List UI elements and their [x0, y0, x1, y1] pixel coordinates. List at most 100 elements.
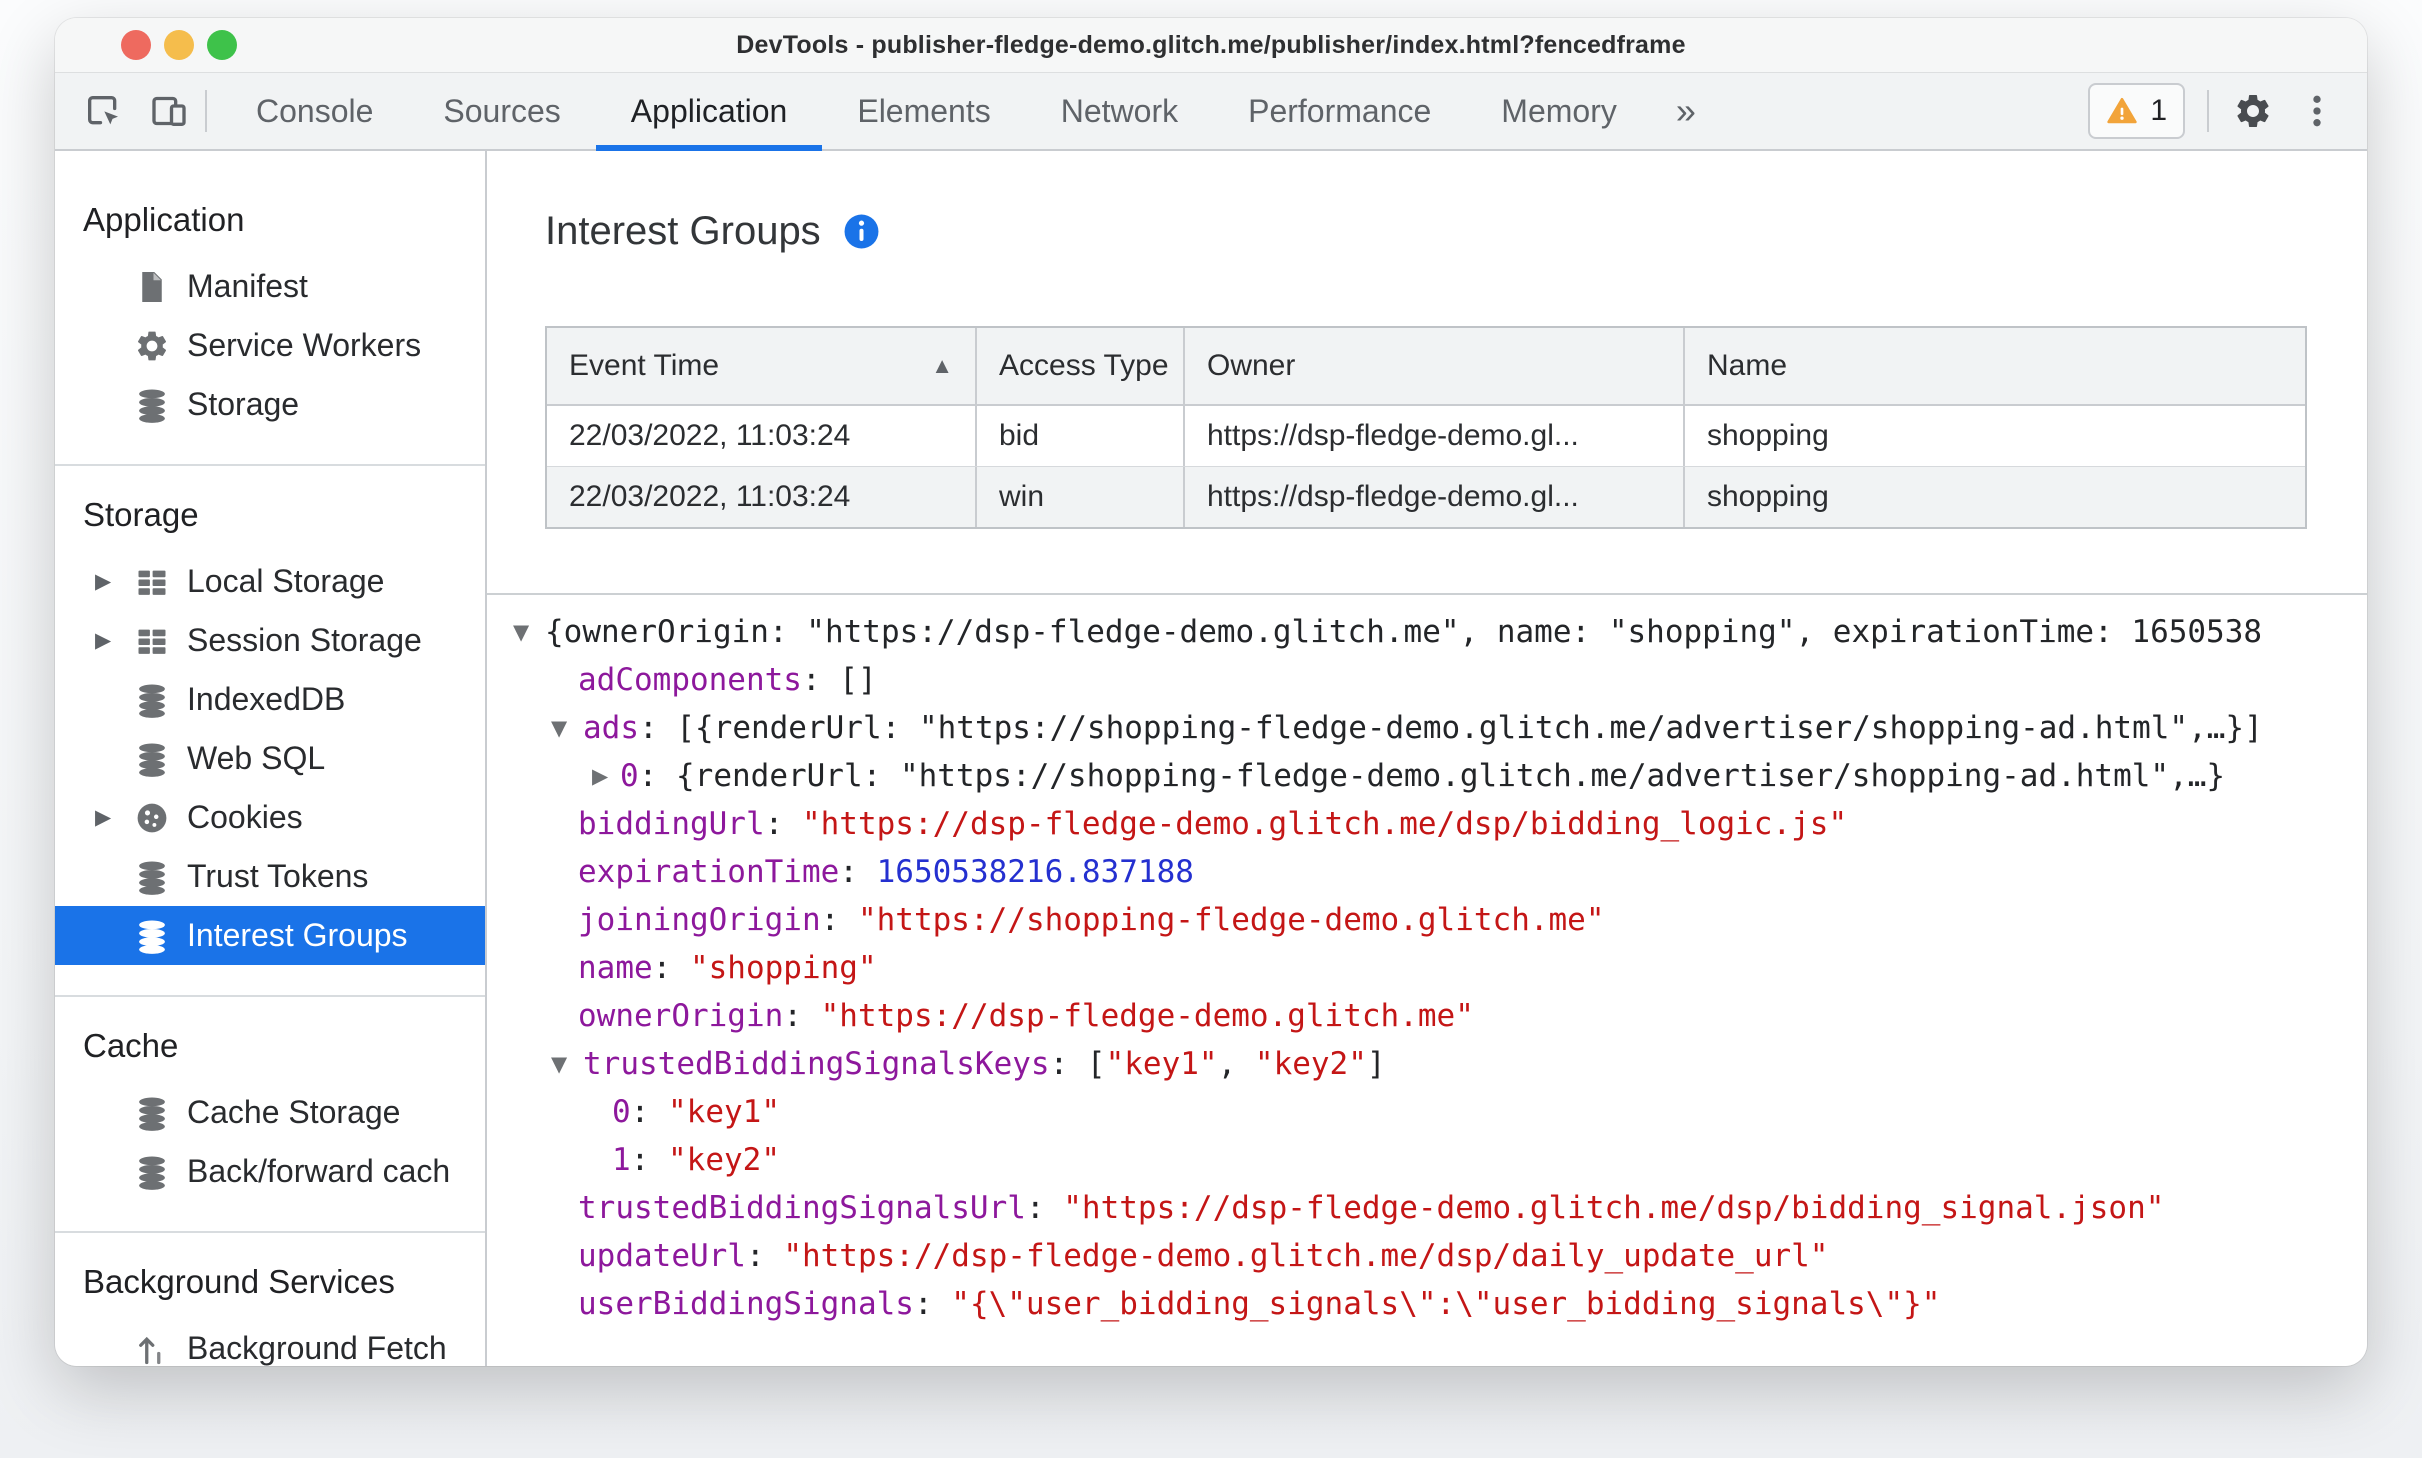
- tree-line[interactable]: ▼ {ownerOrigin: "https://dsp-fledge-demo.…: [513, 608, 2367, 656]
- collapse-triangle-icon[interactable]: ▼: [551, 1040, 567, 1088]
- tree-line[interactable]: joiningOrigin: "https://shopping-fledge-…: [513, 896, 2367, 944]
- tree-line[interactable]: ▶ 0: {renderUrl: "https://shopping-fledge…: [513, 752, 2367, 800]
- token-key: adComponents: [578, 662, 802, 698]
- expand-triangle-icon[interactable]: ▶: [592, 752, 608, 800]
- column-header-access-type[interactable]: Access Type: [977, 328, 1185, 404]
- tree-line[interactable]: trustedBiddingSignalsUrl: "https://dsp-f…: [513, 1184, 2367, 1232]
- table-cell: 22/03/2022, 11:03:24: [547, 406, 977, 466]
- tree-line-text: joiningOrigin: "https://shopping-fledge-…: [513, 896, 1605, 944]
- page-title: Interest Groups: [545, 209, 821, 253]
- token-str: "https://dsp-fledge-demo.glitch.me/dsp/b…: [801, 806, 1848, 842]
- tree-line-text: ads: [{renderUrl: "https://shopping-fled…: [513, 704, 2263, 752]
- sidebar-section-background-services: Background Services Background Fetch: [55, 1233, 485, 1366]
- sidebar-section-application: Application Manifest Service Workers Storag…: [55, 171, 485, 464]
- tab-console[interactable]: Console: [221, 73, 408, 149]
- sidebar-item-session-storage[interactable]: ▶ Session Storage: [55, 611, 485, 670]
- token-key: name: [578, 950, 653, 986]
- token-plain: : []: [801, 662, 877, 698]
- traffic-lights: [121, 30, 237, 60]
- inspect-element-icon[interactable]: [81, 89, 125, 133]
- sidebar-item-background-fetch[interactable]: Background Fetch: [55, 1319, 485, 1366]
- expand-arrow-icon[interactable]: ▶: [95, 805, 133, 830]
- zoom-button[interactable]: [207, 30, 237, 60]
- toolbar-separator: [2207, 90, 2209, 132]
- file-icon: [133, 268, 170, 305]
- tree-line[interactable]: ownerOrigin: "https://dsp-fledge-demo.gl…: [513, 992, 2367, 1040]
- sidebar-item-label: IndexedDB: [187, 681, 346, 717]
- sidebar-item-web-sql[interactable]: Web SQL: [55, 729, 485, 788]
- tree-line[interactable]: 0: "key1": [513, 1088, 2367, 1136]
- token-plain: : [: [1049, 1046, 1106, 1082]
- sidebar-item-local-storage[interactable]: ▶ Local Storage: [55, 552, 485, 611]
- gear-icon[interactable]: [2231, 89, 2275, 133]
- sidebar-item-indexeddb[interactable]: IndexedDB: [55, 670, 485, 729]
- close-button[interactable]: [121, 30, 151, 60]
- table-header-row: Event Time ▲ Access Type Owner Name: [547, 328, 2305, 406]
- tree-line[interactable]: name: "shopping": [513, 944, 2367, 992]
- sidebar-section-title: Cache: [83, 1027, 179, 1064]
- grid-icon: [133, 622, 170, 659]
- more-tabs-button[interactable]: »: [1652, 73, 1720, 149]
- token-plain: :: [630, 1094, 668, 1130]
- fetch-icon: [133, 1330, 170, 1366]
- gear-icon: [133, 327, 170, 364]
- token-plain: :: [652, 950, 690, 986]
- collapse-triangle-icon[interactable]: ▼: [513, 608, 529, 656]
- sidebar-item-service-workers[interactable]: Service Workers: [55, 316, 485, 375]
- tab-network[interactable]: Network: [1026, 73, 1213, 149]
- sidebar-item-back-forward-cach[interactable]: Back/forward cach: [55, 1142, 485, 1201]
- column-header-label: Owner: [1207, 349, 1296, 382]
- sidebar-item-trust-tokens[interactable]: Trust Tokens: [55, 847, 485, 906]
- token-str: "https://dsp-fledge-demo.glitch.me": [820, 998, 1474, 1034]
- tree-line[interactable]: userBiddingSignals: "{\"user_bidding_sig…: [513, 1280, 2367, 1328]
- device-toolbar-icon[interactable]: [147, 89, 191, 133]
- tree-line[interactable]: ▼ trustedBiddingSignalsKeys: ["key1", "ke…: [513, 1040, 2367, 1088]
- kebab-menu-icon[interactable]: [2295, 89, 2339, 133]
- application-sidebar: Application Manifest Service Workers Storag…: [55, 151, 487, 1366]
- column-header-owner[interactable]: Owner: [1185, 328, 1685, 404]
- table-row[interactable]: 22/03/2022, 11:03:24 bid https://dsp-fledg…: [547, 406, 2305, 466]
- sidebar-item-label: Cookies: [187, 799, 303, 835]
- table-cell: 22/03/2022, 11:03:24: [547, 467, 977, 527]
- devtools-toolbar: Console Sources Application Elements Network…: [55, 73, 2367, 151]
- token-key: biddingUrl: [578, 806, 765, 842]
- token-key: joiningOrigin: [578, 902, 821, 938]
- tree-line[interactable]: ▼ ads: [{renderUrl: "https://shopping-fle…: [513, 704, 2367, 752]
- tab-performance[interactable]: Performance: [1213, 73, 1466, 149]
- info-icon[interactable]: [843, 213, 880, 250]
- tree-line[interactable]: adComponents: []: [513, 656, 2367, 704]
- table-cell: https://dsp-fledge-demo.gl...: [1185, 406, 1685, 466]
- tab-sources[interactable]: Sources: [408, 73, 595, 149]
- table-row[interactable]: 22/03/2022, 11:03:24 win https://dsp-fledg…: [547, 466, 2305, 527]
- tab-elements[interactable]: Elements: [822, 73, 1025, 149]
- tree-line[interactable]: expirationTime: 1650538216.837188: [513, 848, 2367, 896]
- sidebar-item-cache-storage[interactable]: Cache Storage: [55, 1083, 485, 1142]
- token-key: 0: [620, 758, 639, 794]
- sidebar-item-cookies[interactable]: ▶ Cookies: [55, 788, 485, 847]
- sidebar-section-title: Storage: [83, 496, 199, 533]
- tree-line-text: ownerOrigin: "https://dsp-fledge-demo.gl…: [513, 992, 1474, 1040]
- minimize-button[interactable]: [164, 30, 194, 60]
- token-str: "https://shopping-fledge-demo.glitch.me": [857, 902, 1605, 938]
- tree-line[interactable]: biddingUrl: "https://dsp-fledge-demo.gli…: [513, 800, 2367, 848]
- sidebar-item-label: Storage: [187, 386, 300, 422]
- token-plain: :: [820, 902, 858, 938]
- panel-tabs: Console Sources Application Elements Network…: [221, 73, 1652, 151]
- token-key: trustedBiddingSignalsUrl: [578, 1190, 1026, 1226]
- tree-line[interactable]: 1: "key2": [513, 1136, 2367, 1184]
- token-plain: :: [764, 806, 802, 842]
- issues-warning-badge[interactable]: 1: [2088, 83, 2185, 139]
- token-key: updateUrl: [578, 1238, 746, 1274]
- column-header-name[interactable]: Name: [1685, 328, 2305, 404]
- sidebar-item-storage[interactable]: Storage: [55, 375, 485, 434]
- column-header-event-time[interactable]: Event Time ▲: [547, 328, 977, 404]
- tab-memory[interactable]: Memory: [1466, 73, 1652, 149]
- collapse-triangle-icon[interactable]: ▼: [551, 704, 567, 752]
- tree-line[interactable]: updateUrl: "https://dsp-fledge-demo.glit…: [513, 1232, 2367, 1280]
- titlebar[interactable]: DevTools - publisher-fledge-demo.glitch.…: [55, 18, 2367, 73]
- expand-arrow-icon[interactable]: ▶: [95, 569, 133, 594]
- sidebar-item-interest-groups[interactable]: Interest Groups: [55, 906, 485, 965]
- sidebar-item-manifest[interactable]: Manifest: [55, 257, 485, 316]
- tab-application[interactable]: Application: [595, 73, 823, 151]
- expand-arrow-icon[interactable]: ▶: [95, 628, 133, 653]
